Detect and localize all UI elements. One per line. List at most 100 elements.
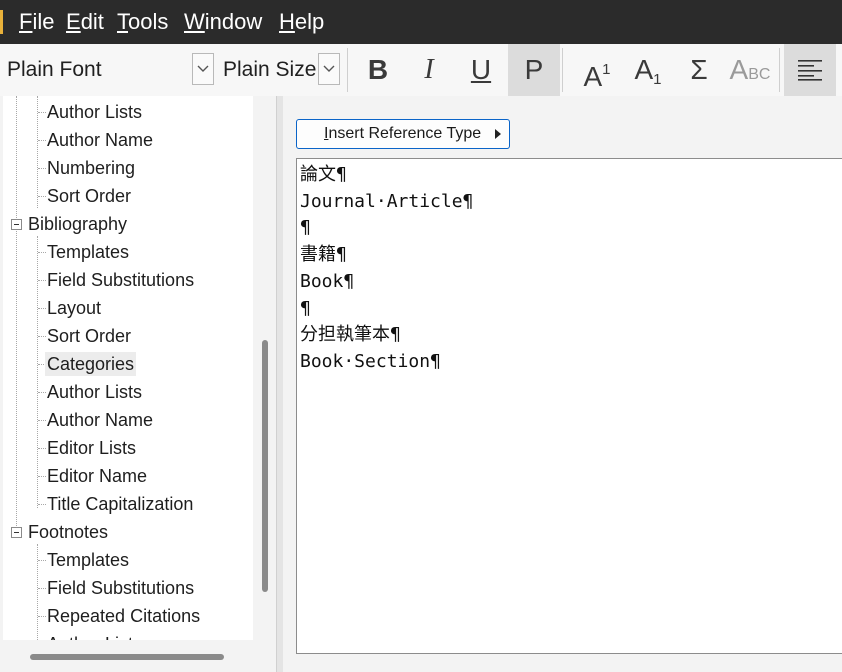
size-select-dropdown[interactable]	[318, 53, 340, 85]
menu-window[interactable]: Window	[184, 8, 262, 36]
editor-line: ¶	[300, 217, 311, 239]
tree-guide	[38, 196, 46, 197]
tree-item[interactable]: Author Name	[47, 408, 153, 432]
tree-item[interactable]: Sort Order	[47, 324, 131, 348]
tree-guide	[38, 504, 46, 505]
insert-reference-type-button[interactable]: Insert Reference Type	[296, 119, 510, 149]
style-tree[interactable]: Author Lists Author Name Numbering Sort Ord…	[3, 96, 253, 640]
menu-bar: File Edit Tools Window Help	[0, 0, 842, 44]
menu-help-key: H	[279, 9, 295, 34]
tree-item[interactable]: Numbering	[47, 156, 135, 180]
bold-button[interactable]: B	[352, 44, 404, 96]
tree-item[interactable]: Templates	[47, 548, 129, 572]
superscript-base: A	[583, 61, 603, 92]
subscript-mark: 1	[653, 71, 662, 88]
align-left-icon	[798, 60, 822, 81]
toolbar-separator	[779, 48, 780, 92]
tree-item[interactable]: Footnotes	[28, 520, 108, 544]
tree-item[interactable]: Categories	[45, 352, 137, 376]
symbol-button[interactable]: Σ	[673, 44, 725, 96]
tree-item[interactable]: Author Lists	[47, 100, 142, 124]
menu-file-rest: ile	[32, 9, 55, 34]
tree-item[interactable]: Field Substitutions	[47, 268, 194, 292]
window-accent	[0, 10, 3, 34]
superscript-icon: A1	[571, 53, 623, 94]
tree-guide	[38, 252, 46, 253]
tree-guide	[38, 308, 46, 309]
tree-guide	[38, 588, 46, 589]
tree-guide	[38, 280, 46, 281]
tree-item[interactable]: Sort Order	[47, 184, 131, 208]
tree-guide	[37, 236, 38, 508]
align-left-button[interactable]	[784, 44, 836, 96]
panel-splitter[interactable]	[276, 96, 283, 672]
subscript-button[interactable]: A1	[622, 44, 674, 96]
menu-help-rest: elp	[294, 9, 325, 34]
size-select-value[interactable]: Plain Size	[223, 56, 316, 84]
smallcaps-big: A	[729, 54, 749, 85]
tree-item[interactable]: Author Lists	[47, 380, 142, 404]
tree-item[interactable]: Editor Lists	[47, 436, 136, 460]
tree-item[interactable]: Bibliography	[28, 212, 127, 236]
tree-item[interactable]: Field Substitutions	[47, 576, 194, 600]
tree-item[interactable]: Editor Name	[47, 464, 147, 488]
tree-item[interactable]: Author Lists	[47, 632, 142, 640]
toolbar-separator	[347, 48, 348, 92]
sigma-icon: Σ	[690, 54, 708, 85]
tree-guide	[38, 392, 46, 393]
tree-guide	[38, 112, 46, 113]
tree-item[interactable]: Templates	[47, 240, 129, 264]
smallcaps-icon: ABC	[724, 53, 776, 92]
menu-window-key: W	[184, 9, 205, 34]
tree-item[interactable]: Layout	[47, 296, 101, 320]
tree-guide	[38, 140, 46, 141]
font-select-value[interactable]: Plain Font	[7, 56, 102, 84]
italic-icon: I	[424, 54, 434, 85]
insert-reference-type-label: Insert Reference Type	[324, 123, 481, 145]
menu-help[interactable]: Help	[279, 8, 324, 36]
menu-tools-key: T	[117, 9, 128, 34]
collapse-icon[interactable]	[11, 219, 22, 230]
superscript-mark: 1	[602, 61, 611, 78]
tree-guide	[38, 560, 46, 561]
underline-button[interactable]: U	[455, 44, 507, 96]
tree-guide	[37, 544, 38, 640]
tree-item[interactable]: Repeated Citations	[47, 604, 200, 628]
tree-guide	[38, 448, 46, 449]
smallcaps-button[interactable]: ABC	[724, 44, 776, 96]
tree-guide	[38, 336, 46, 337]
tree-item[interactable]: Title Capitalization	[47, 492, 193, 516]
template-editor[interactable]: 論文¶ Journal·Article¶ ¶ 書籍¶ Book¶ ¶ 分担執筆本¶ Book·…	[296, 158, 842, 654]
tree-vertical-scrollbar[interactable]	[262, 340, 268, 592]
chevron-down-icon	[197, 65, 209, 72]
menu-window-rest: indow	[204, 9, 263, 34]
plain-icon: P	[524, 54, 544, 85]
tree-guide	[38, 476, 46, 477]
menu-file[interactable]: File	[19, 8, 54, 36]
editor-line: 分担執筆本¶	[300, 324, 401, 346]
menu-tools[interactable]: Tools	[117, 8, 168, 36]
editor-line: 書籍¶	[300, 244, 347, 266]
tree-guide	[38, 168, 46, 169]
italic-button[interactable]: I	[403, 44, 455, 96]
editor-line: 論文¶	[300, 164, 347, 185]
editor-line: Book¶	[300, 270, 355, 292]
tree-item[interactable]: Author Name	[47, 128, 153, 152]
menu-file-key: F	[19, 9, 33, 34]
menu-tools-rest: ools	[128, 9, 169, 34]
menu-edit[interactable]: Edit	[66, 8, 104, 36]
menu-edit-rest: dit	[80, 9, 104, 34]
tree-horizontal-scrollbar[interactable]	[30, 654, 224, 660]
tree-guide	[38, 420, 46, 421]
subscript-icon: A1	[622, 53, 674, 97]
smallcaps-small: BC	[748, 66, 771, 83]
editor-line: Journal·Article¶	[300, 190, 474, 212]
insert-reference-type-rest: nsert Reference Type	[328, 125, 482, 142]
font-select-dropdown[interactable]	[192, 53, 214, 85]
editor-line: ¶	[300, 297, 311, 319]
style-tree-panel: Author Lists Author Name Numbering Sort Ord…	[0, 96, 276, 672]
plain-button[interactable]: P	[508, 44, 560, 96]
superscript-button[interactable]: A1	[571, 44, 623, 96]
chevron-down-icon	[323, 65, 335, 72]
collapse-icon[interactable]	[11, 527, 22, 538]
